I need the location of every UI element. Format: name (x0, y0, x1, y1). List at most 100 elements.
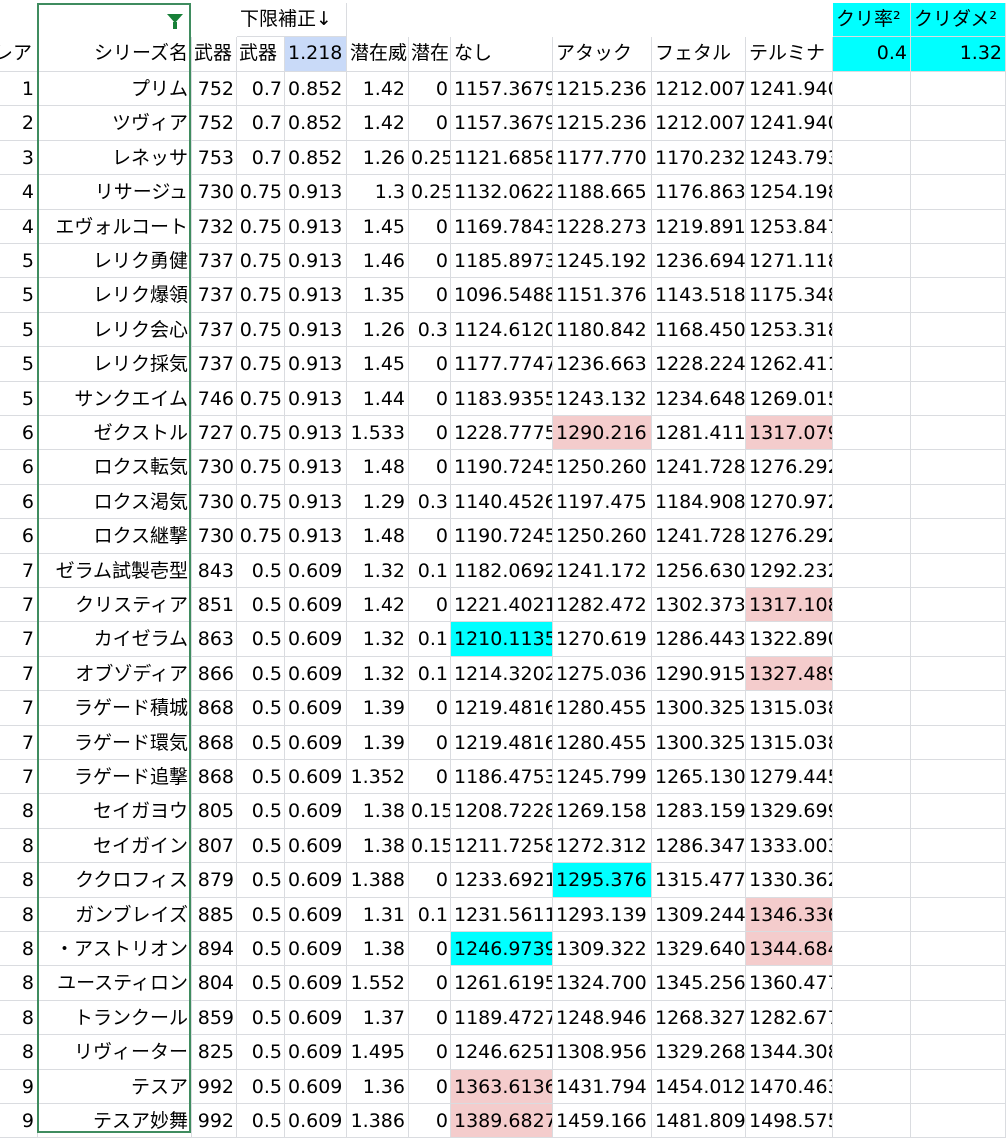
cell-pot1[interactable]: 1.26 (347, 141, 409, 175)
cell-name[interactable]: クリスティア (38, 588, 192, 622)
cell-attack[interactable]: 1308.956 (553, 1035, 652, 1070)
cell-w2[interactable]: 0.75 (237, 416, 285, 450)
cell-blank2[interactable] (911, 726, 1006, 760)
cell-pot2[interactable]: 0.25 (409, 175, 451, 210)
header-cell-weapon1[interactable]: 武器 (192, 37, 237, 72)
cell-w2[interactable]: 0.5 (237, 726, 285, 760)
cell-attack[interactable]: 1151.376 (553, 278, 652, 313)
cell-attack[interactable]: 1282.472 (553, 588, 652, 622)
cell-w2[interactable]: 0.5 (237, 691, 285, 726)
cell-rarity[interactable]: 5 (0, 278, 38, 313)
cell-rarity[interactable]: 8 (0, 794, 38, 829)
cell-terminal[interactable]: 1254.198 (746, 175, 833, 210)
cell-blank2[interactable] (911, 588, 1006, 622)
cell-blank2[interactable] (911, 794, 1006, 829)
cell-pot1[interactable]: 1.38 (347, 829, 409, 863)
cell-rarity[interactable]: 5 (0, 244, 38, 278)
cell-blank1[interactable] (833, 898, 911, 932)
cell-rarity[interactable]: 8 (0, 966, 38, 1001)
cell-blank1[interactable] (833, 175, 911, 210)
cell-w2[interactable]: 0.5 (237, 588, 285, 622)
cell-terminal[interactable]: 1322.890 (746, 622, 833, 657)
cell-pot2[interactable]: 0 (409, 1070, 451, 1104)
cell-fetal[interactable]: 1234.648 (652, 382, 746, 416)
cell-weapon[interactable]: 730 (192, 519, 237, 554)
filter-icon[interactable] (167, 14, 183, 29)
cell-w3[interactable]: 0.609 (285, 554, 347, 588)
cell-terminal[interactable]: 1282.677 (746, 1001, 833, 1035)
cell-terminal[interactable]: 1271.118 (746, 244, 833, 278)
cell-attack[interactable]: 1309.322 (553, 932, 652, 966)
cell-pot1[interactable]: 1.42 (347, 72, 409, 106)
cell-name[interactable]: ゼラム試製壱型 (38, 554, 192, 588)
cell-w3[interactable]: 0.852 (285, 72, 347, 106)
cell-name[interactable]: テスア妙舞 (38, 1104, 192, 1138)
cell-pot1[interactable]: 1.32 (347, 657, 409, 691)
cell-terminal[interactable]: 1317.079 (746, 416, 833, 450)
cell-name[interactable]: ラゲード積城 (38, 691, 192, 726)
cell-w2[interactable]: 0.75 (237, 450, 285, 485)
cell-rarity[interactable]: 3 (0, 141, 38, 175)
cell-pot2[interactable]: 0 (409, 244, 451, 278)
cell-rarity[interactable]: 5 (0, 313, 38, 347)
cell-weapon[interactable]: 851 (192, 588, 237, 622)
cell-weapon[interactable]: 843 (192, 554, 237, 588)
cell-name[interactable]: ゼクストル (38, 416, 192, 450)
cell-blank1[interactable] (833, 450, 911, 485)
cell-blank1[interactable] (833, 1070, 911, 1104)
cell-w2[interactable]: 0.5 (237, 829, 285, 863)
cell-blank2[interactable] (911, 416, 1006, 450)
cell-rarity[interactable]: 7 (0, 588, 38, 622)
cell-blank1[interactable] (833, 210, 911, 244)
cell-w3[interactable]: 0.913 (285, 210, 347, 244)
cell-w3[interactable]: 0.609 (285, 829, 347, 863)
cell-blank1[interactable] (833, 416, 911, 450)
cell-pot2[interactable]: 0 (409, 1104, 451, 1138)
cell-pot1[interactable]: 1.352 (347, 760, 409, 794)
cell-fetal[interactable]: 1170.232 (652, 141, 746, 175)
cell-attack[interactable]: 1270.619 (553, 622, 652, 657)
cell-name[interactable]: ロクス転気 (38, 450, 192, 485)
cell-terminal[interactable]: 1241.940 (746, 106, 833, 141)
cell-rarity[interactable]: 5 (0, 382, 38, 416)
cell-pot1[interactable]: 1.42 (347, 106, 409, 141)
cell-attack[interactable]: 1280.455 (553, 726, 652, 760)
cell-fetal[interactable]: 1212.007 (652, 72, 746, 106)
cell-attack[interactable]: 1280.455 (553, 691, 652, 726)
cell-blank1[interactable] (833, 622, 911, 657)
cell-weapon[interactable]: 868 (192, 691, 237, 726)
cell-attack[interactable]: 1228.273 (553, 210, 652, 244)
cell-fetal[interactable]: 1228.224 (652, 347, 746, 382)
cell-w3[interactable]: 0.609 (285, 1104, 347, 1138)
cell-pot2[interactable]: 0 (409, 72, 451, 106)
cell-blank2[interactable] (911, 210, 1006, 244)
cell-pot1[interactable]: 1.48 (347, 450, 409, 485)
cell-weapon[interactable]: 866 (192, 657, 237, 691)
cell-weapon[interactable]: 992 (192, 1104, 237, 1138)
cell-weapon[interactable]: 992 (192, 1070, 237, 1104)
cell-weapon[interactable]: 807 (192, 829, 237, 863)
cell-w2[interactable]: 0.75 (237, 244, 285, 278)
cell-none[interactable]: 1246.6251 (451, 1035, 553, 1070)
cell-pot2[interactable]: 0.1 (409, 554, 451, 588)
cell-w2[interactable]: 0.5 (237, 932, 285, 966)
cell-fetal[interactable]: 1454.012 (652, 1070, 746, 1104)
cell-attack[interactable]: 1275.036 (553, 657, 652, 691)
cell-rarity[interactable]: 8 (0, 898, 38, 932)
cell-pot1[interactable]: 1.46 (347, 244, 409, 278)
cell-none[interactable]: 1182.0692 (451, 554, 553, 588)
crit-dmg-value-cell[interactable]: 1.32 (911, 37, 1006, 72)
cell-blank2[interactable] (911, 450, 1006, 485)
cell-w3[interactable]: 0.852 (285, 141, 347, 175)
cell-rarity[interactable]: 6 (0, 416, 38, 450)
cell-weapon[interactable]: 727 (192, 416, 237, 450)
cell-weapon[interactable]: 805 (192, 794, 237, 829)
cell-pot1[interactable]: 1.26 (347, 313, 409, 347)
cell-blank1[interactable] (833, 313, 911, 347)
cell-terminal[interactable]: 1292.232 (746, 554, 833, 588)
cell-pot1[interactable]: 1.37 (347, 1001, 409, 1035)
cell-pot2[interactable]: 0 (409, 966, 451, 1001)
cell-blank2[interactable] (911, 966, 1006, 1001)
cell-attack[interactable]: 1290.216 (553, 416, 652, 450)
cell-fetal[interactable]: 1281.411 (652, 416, 746, 450)
